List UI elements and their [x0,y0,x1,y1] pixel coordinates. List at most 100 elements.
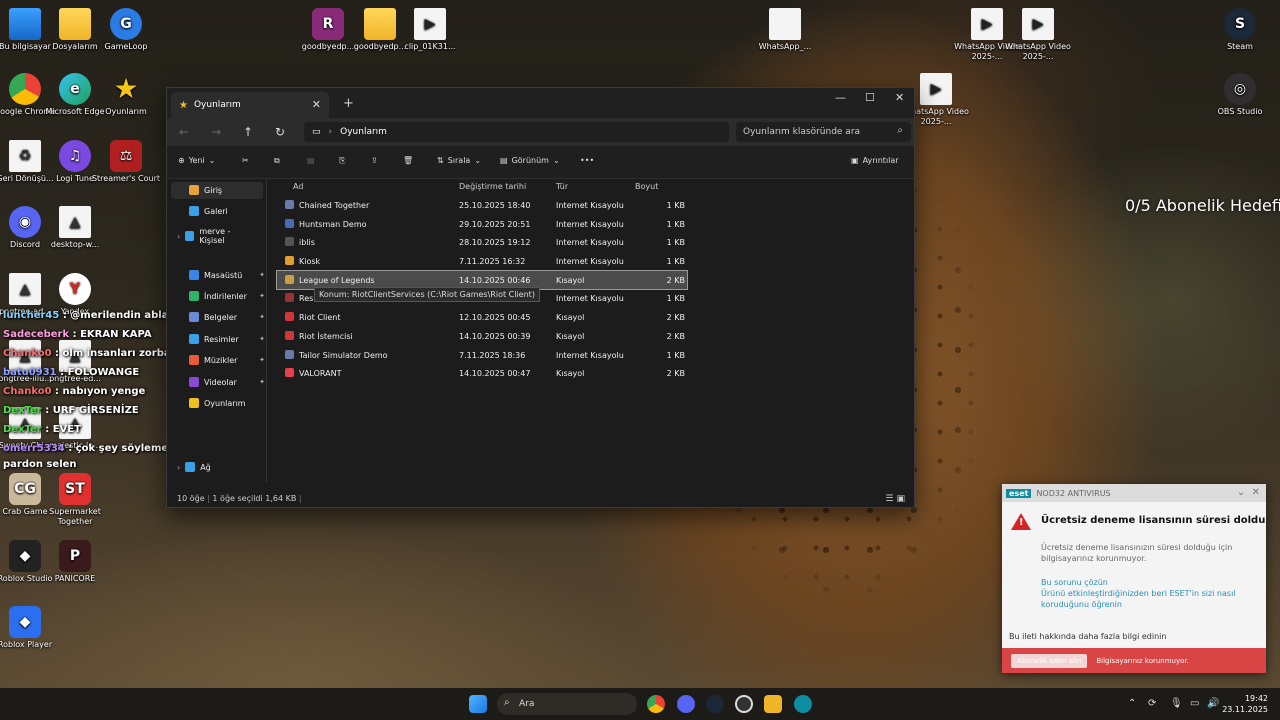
desktop-icon[interactable]: G GameLoop [91,8,161,52]
details-view-icon[interactable]: ☰ [885,494,896,504]
clock[interactable]: 19:42 23.11.2025 [1222,693,1268,715]
chevron-right-icon[interactable]: › [177,463,180,472]
learn-protection-link[interactable]: Ürünü etkinleştirdiğinizden beri ESET'in… [1041,588,1246,610]
chevron-right-icon[interactable]: › [177,232,180,241]
tooltip: Konum: RiotClientServices (C:\Riot Games… [314,287,540,302]
rename-icon[interactable]: ⎘ [339,156,345,166]
file-row[interactable]: Riot İstemcisi 14.10.2025 00:39 Kısayol 2 K… [277,327,687,346]
tab-oyunlarim[interactable]: ★ Oyunlarım ✕ [171,92,329,118]
nav-item[interactable]: Belgeler ✦ [189,312,265,322]
nav-item[interactable]: Oyunlarım [189,398,265,408]
file-row[interactable]: Tailor Simulator Demo 7.11.2025 18:36 Inte… [277,346,687,365]
search-input[interactable]: Oyunlarım klasöründe ara ⌕ [736,122,911,142]
file-explorer-taskbar-icon[interactable] [764,695,782,713]
file-row[interactable]: VALORANT 14.10.2025 00:47 Kısayol 2 KB [277,364,687,383]
refresh-button[interactable]: ↻ [275,125,285,139]
column-header-size[interactable]: Boyut [635,182,658,191]
nav-item[interactable]: Müzikler ✦ [189,355,265,365]
desktop-icon[interactable]: ⚖ Streamer's Court [91,140,161,184]
chevron-down-icon[interactable]: ⌄ [1237,487,1245,498]
desktop-icon[interactable]: S Steam [1205,8,1275,52]
nav-item[interactable]: Resimler ✦ [189,334,265,344]
chrome-taskbar-icon[interactable] [647,695,665,713]
nav-item[interactable]: İndirilenler ✦ [189,291,265,301]
desktop-icon[interactable]: ▶ WhatsApp Video 2025-... [1003,8,1073,62]
desktop-icon[interactable]: ▲ desktop-w... [40,206,110,250]
address-bar[interactable]: ▭ › Oyunlarım [304,122,729,142]
chevron-down-icon: ⌄ [474,156,482,165]
column-header-type[interactable]: Tür [556,182,568,191]
desktop-icon[interactable]: ▶ clip_01K31... [395,8,465,52]
breadcrumb[interactable]: Oyunlarım [340,127,387,137]
nav-item[interactable]: Videolar ✦ [189,377,265,387]
nav-item[interactable]: › merve - Kişisel [177,227,253,245]
desktop-icon[interactable]: ◎ OBS Studio [1205,73,1275,117]
nav-item[interactable]: Masaüstü ✦ [189,270,265,280]
file-row[interactable]: Chained Together 25.10.2025 18:40 Internet… [277,196,687,215]
desktop-icon-label: clip_01K31... [404,42,456,51]
delete-icon[interactable]: 🗑 [403,156,413,165]
file-row[interactable]: Huntsman Demo 29.10.2025 20:51 Internet Kı… [277,215,687,234]
eset-taskbar-icon[interactable] [794,695,812,713]
more-options-button[interactable]: ••• [580,156,594,165]
more-info-link[interactable]: Bu ileti hakkında daha fazla bilgi edini… [1009,632,1166,641]
desktop-icon[interactable]: ST Supermarket Together [40,473,110,527]
buy-subscription-button[interactable]: Abonelik satın alın [1011,653,1088,668]
clock-time: 19:42 [1244,694,1268,703]
column-header-name[interactable]: Ad [293,182,303,191]
close-window-button[interactable]: ✕ [895,91,904,104]
share-icon[interactable]: ⇪ [371,156,378,165]
file-row[interactable]: Kiosk 7.11.2025 16:32 Internet Kısayolu 1 K… [277,252,687,271]
steam-taskbar-icon[interactable] [706,695,724,713]
discord-taskbar-icon[interactable] [677,695,695,713]
nav-item[interactable]: › Ağ [177,462,253,472]
file-size: 1 KB [666,257,685,267]
roblox-player-icon: ◆ [9,606,41,638]
up-button[interactable]: ↑ [243,125,253,139]
taskbar: ⌕ Ara ⌃ ⟳ 🎙 ▭ 🔊 19:42 23.11.2025 [0,688,1280,720]
maximize-button[interactable]: ☐ [865,91,875,104]
new-tab-button[interactable]: + [343,96,354,111]
nav-item[interactable]: Galeri [189,206,265,216]
desktop-icon[interactable]: ◆ Roblox Player [0,606,60,650]
start-button[interactable] [469,695,487,713]
desktop-icon[interactable]: ★ Oyunlarım [91,73,161,117]
paste-icon[interactable]: ▤ [307,156,315,165]
sort-button[interactable]: ⇅ Sırala ⌄ [437,156,481,165]
close-tab-icon[interactable]: ✕ [312,98,321,111]
file-name: Chained Together [299,201,370,210]
desktop-icon-label: Oyunlarım [105,107,147,116]
forward-button[interactable]: → [211,125,221,139]
cut-icon[interactable]: ✂ [242,156,249,165]
minimize-button[interactable]: — [835,91,846,104]
fix-issue-link[interactable]: Bu sorunu çözün [1041,577,1246,588]
obs-taskbar-icon[interactable] [735,695,753,713]
new-button[interactable]: ⊕ Yeni ⌄ [178,156,215,165]
taskbar-search[interactable]: ⌕ Ara [497,693,637,715]
column-header-date[interactable]: Değiştirme tarihi [459,182,526,191]
status-bar: 10 öğe | 1 öğe seçildi 1,64 KB | [177,494,302,503]
volume-icon[interactable]: 🔊 [1207,698,1219,709]
chat-username: DexTer [3,424,42,435]
chevron-up-icon[interactable]: ⌃ [1128,698,1136,709]
update-icon[interactable]: ⟳ [1148,698,1156,709]
file-name: iblis [299,238,315,248]
copy-icon[interactable]: ⧉ [274,156,280,166]
file-row[interactable]: iblis 28.10.2025 19:12 Internet Kısayolu 1 … [277,233,687,252]
details-button[interactable]: ▣ Ayrıntılar [851,156,899,165]
chat-username: omerr5334 [3,443,65,454]
pictures-icon [189,334,199,344]
file-date: 25.10.2025 18:40 [459,201,531,210]
close-icon[interactable]: ✕ [1252,487,1260,498]
back-button[interactable]: ← [179,125,189,139]
microphone-icon[interactable]: 🎙 [1170,698,1183,709]
nav-item[interactable]: Giriş [189,185,265,195]
desktop-icon[interactable]: P PANICORE [40,540,110,584]
desktop-icon[interactable]: WhatsApp_... [750,8,820,52]
file-size: 1 KB [666,350,685,360]
details-pane-icon: ▣ [851,156,859,165]
tiles-view-icon[interactable]: ▣ [896,494,908,504]
file-row[interactable]: Riot Client 12.10.2025 00:45 Kısayol 2 KB [277,308,687,327]
view-button[interactable]: ▤ Görünüm ⌄ [500,156,560,165]
network-icon[interactable]: ▭ [1190,698,1199,709]
